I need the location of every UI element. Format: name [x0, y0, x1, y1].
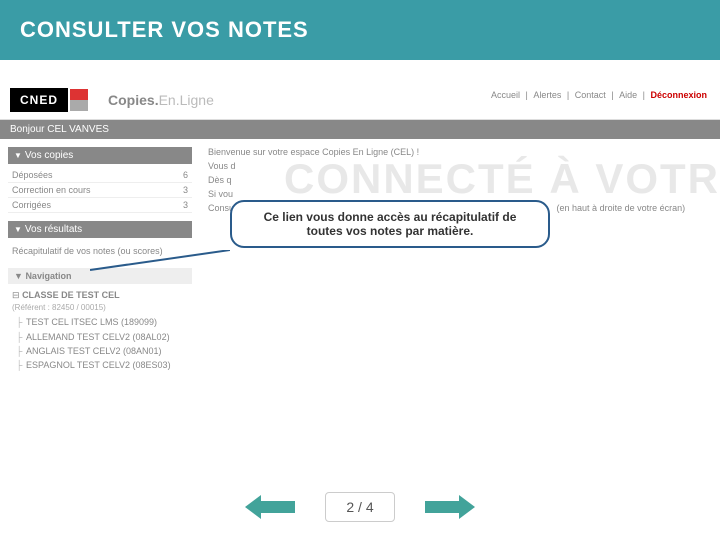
welcome-text: Bienvenue sur votre espace Copies En Lig…: [208, 147, 712, 157]
logo-bars: [70, 89, 88, 111]
text-line: Vous d: [208, 161, 712, 171]
pager: 2 / 4: [0, 492, 720, 522]
row-count: 6: [183, 170, 188, 180]
row-label: Correction en cours: [12, 185, 91, 195]
row-label: Déposées: [12, 170, 53, 180]
nav-aide[interactable]: Aide: [619, 90, 637, 100]
text-tail: (en haut à droite de votre écran): [557, 203, 686, 213]
app-topbar: CNED Copies.En.Ligne Accueil | Alertes |…: [0, 80, 720, 120]
app-name: Copies.En.Ligne: [108, 92, 214, 108]
tree-item[interactable]: ALLEMAND TEST CELV2 (08AL02): [12, 330, 188, 344]
tree-item[interactable]: ESPAGNOL TEST CELV2 (08ES03): [12, 358, 188, 372]
row-count: 3: [183, 200, 188, 210]
nav-contact[interactable]: Contact: [575, 90, 606, 100]
callout-connector: [90, 250, 230, 275]
callout-box: Ce lien vous donne accès au récapitulati…: [230, 200, 550, 248]
page-sep: /: [358, 499, 362, 515]
content-area: Bienvenue sur votre espace Copies En Lig…: [200, 139, 720, 385]
row-correction[interactable]: Correction en cours 3: [8, 183, 192, 198]
sidebar-copies-label: Vos copies: [25, 150, 73, 161]
topnav: Accueil | Alertes | Contact | Aide | Déc…: [488, 90, 710, 100]
prev-arrow-icon[interactable]: [245, 495, 295, 519]
chevron-down-icon: ▼: [14, 151, 22, 160]
minus-icon: ⊟: [12, 290, 20, 300]
logo-cned: CNED: [10, 88, 68, 112]
logo-block: CNED: [10, 88, 88, 112]
row-corrigees[interactable]: Corrigées 3: [8, 198, 192, 213]
text-line: Si vou: [208, 189, 712, 199]
sidebar-nav-label: Navigation: [25, 271, 71, 281]
tree-item[interactable]: ANGLAIS TEST CELV2 (08AN01): [12, 344, 188, 358]
text-line: Dès q: [208, 175, 712, 185]
tree-root[interactable]: ⊟ CLASSE DE TEST CEL: [12, 288, 188, 302]
slide-title: CONSULTER VOS NOTES: [20, 17, 309, 43]
page-current: 2: [346, 499, 354, 515]
chevron-down-icon: ▼: [14, 225, 22, 234]
nav-alertes[interactable]: Alertes: [533, 90, 561, 100]
tree-item[interactable]: TEST CEL ITSEC LMS (189099): [12, 315, 188, 329]
nav-tree: ⊟ CLASSE DE TEST CEL (Référent : 82450 /…: [8, 284, 192, 377]
sidebar-resultats-label: Vos résultats: [25, 224, 82, 235]
nav-deconnexion[interactable]: Déconnexion: [650, 90, 707, 100]
tree-root-label: CLASSE DE TEST CEL: [22, 290, 120, 300]
tree-ref: (Référent : 82450 / 00015): [12, 302, 188, 315]
next-arrow-icon[interactable]: [425, 495, 475, 519]
slide-header: CONSULTER VOS NOTES: [0, 0, 720, 60]
app-name-bold: Copies.: [108, 92, 159, 108]
nav-accueil[interactable]: Accueil: [491, 90, 520, 100]
row-label: Corrigées: [12, 200, 51, 210]
app-name-light: En.Ligne: [159, 92, 214, 108]
chevron-down-icon: ▼: [14, 271, 23, 281]
sidebar-copies-header[interactable]: ▼Vos copies: [8, 147, 192, 164]
row-deposees[interactable]: Déposées 6: [8, 168, 192, 183]
greeting-bar: Bonjour CEL VANVES: [0, 120, 720, 139]
sidebar-resultats-header[interactable]: ▼Vos résultats: [8, 221, 192, 238]
page-total: 4: [366, 499, 374, 515]
page-indicator: 2 / 4: [325, 492, 394, 522]
row-count: 3: [183, 185, 188, 195]
